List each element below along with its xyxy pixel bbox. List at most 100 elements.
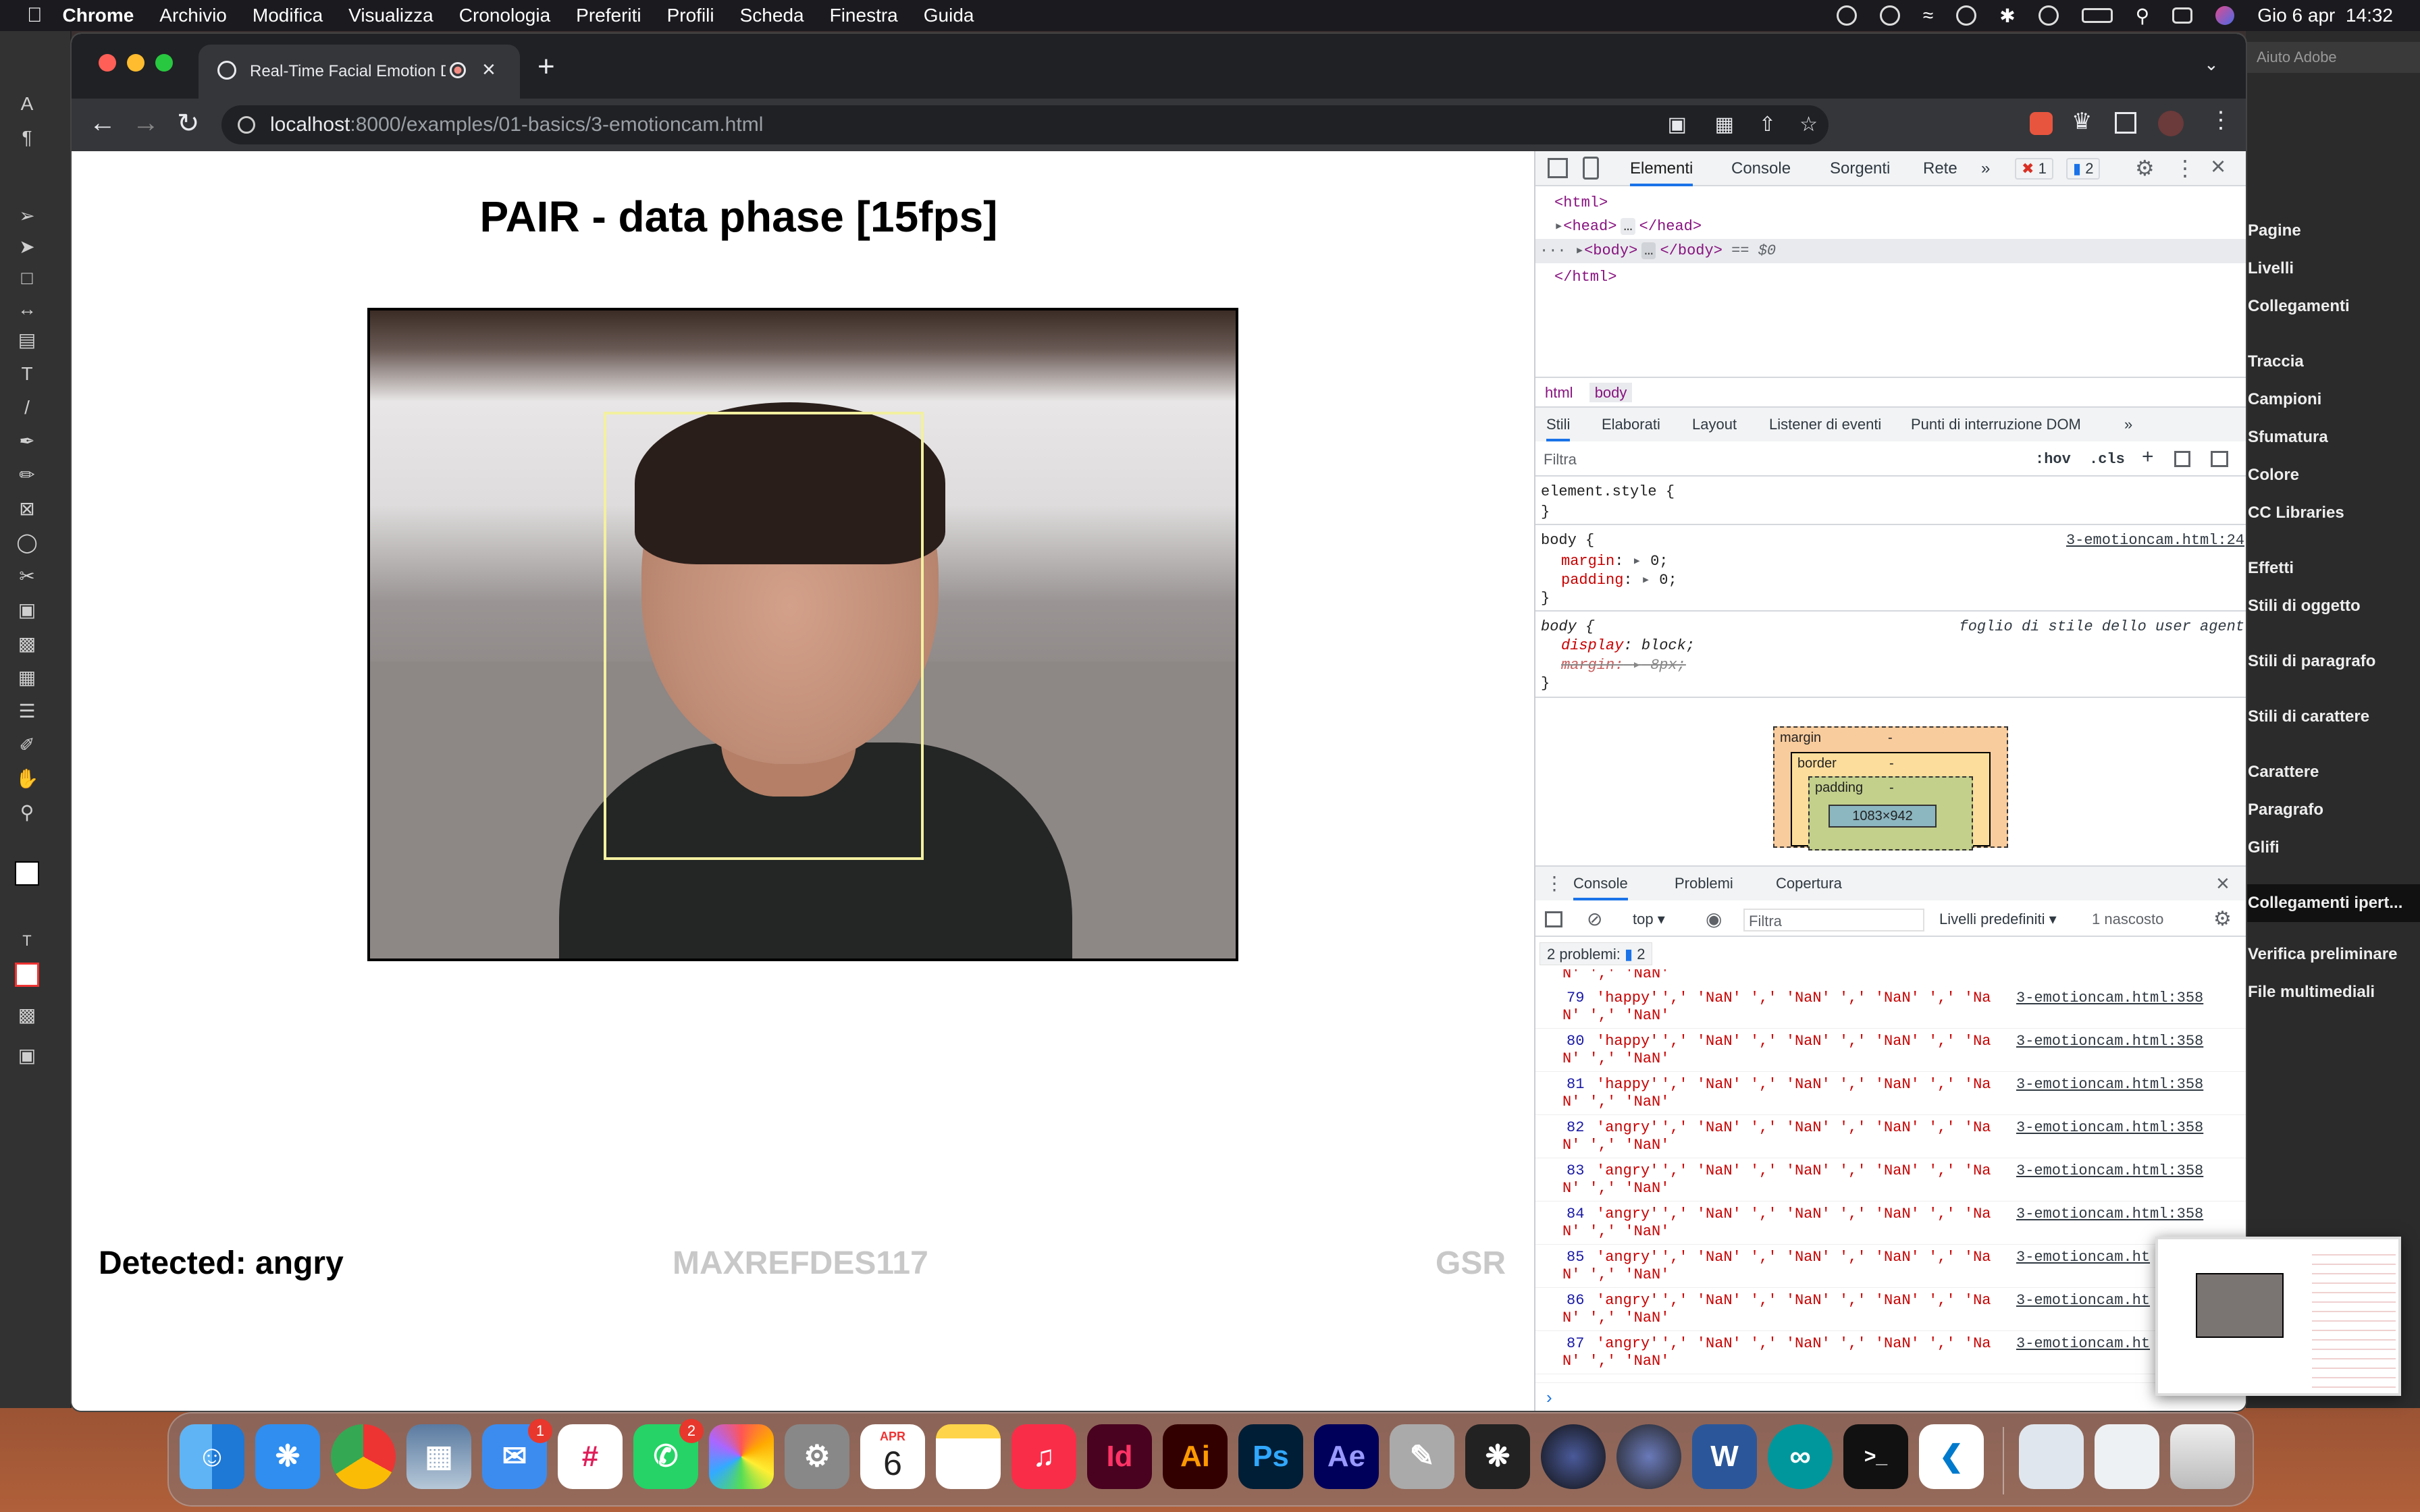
documents-stack-icon[interactable] xyxy=(2095,1424,2159,1489)
console-row-source[interactable]: 3-emotioncam.html:358 xyxy=(2016,1206,2204,1223)
chrome-icon[interactable] xyxy=(331,1424,396,1489)
screen-mode-icon[interactable]: ▩ xyxy=(15,1003,39,1027)
log-levels-select[interactable]: Livelli predefiniti ▾ xyxy=(1939,902,2057,937)
notes-icon[interactable] xyxy=(936,1424,1001,1489)
close-tab-icon[interactable]: × xyxy=(482,57,496,83)
box-model-padding[interactable]: padding - 1083×942 xyxy=(1808,776,1973,850)
menu-finestra[interactable]: Finestra xyxy=(830,5,898,26)
format-text-icon[interactable]: T xyxy=(15,929,39,953)
drawer-tab-copertura[interactable]: Copertura xyxy=(1776,867,1842,900)
trash-icon[interactable] xyxy=(2170,1424,2235,1489)
photos-icon[interactable] xyxy=(709,1424,774,1489)
panel-effetti[interactable]: Effetti xyxy=(2246,549,2420,587)
sidebar-toggle-icon[interactable] xyxy=(2211,451,2228,467)
adobe-help-search[interactable]: Aiuto Adobe xyxy=(2246,42,2420,73)
battery-icon[interactable] xyxy=(2081,8,2113,23)
rectangle-frame-icon[interactable]: ⊠ xyxy=(15,497,39,521)
reload-icon[interactable]: ↻ xyxy=(177,108,200,139)
tab-console[interactable]: Console xyxy=(1731,151,1791,186)
davinci-resolve-icon[interactable]: ❋ xyxy=(1465,1424,1530,1489)
settings-gear-icon[interactable]: ⚙ xyxy=(2135,155,2155,181)
console-row-source[interactable]: 3-emotioncam.html:358 xyxy=(2016,990,2204,1007)
content-collector-icon[interactable]: ▤ xyxy=(15,328,39,352)
tab-punti-interruzione-dom[interactable]: Punti di interruzione DOM xyxy=(1911,408,2081,441)
side-panel-icon[interactable] xyxy=(2115,112,2136,134)
panel-sfumatura[interactable]: Sfumatura xyxy=(2246,418,2420,456)
console-row-source[interactable]: 3-emotioncam.html:358 xyxy=(2016,1162,2204,1180)
cinema4d-lite-icon[interactable] xyxy=(1616,1424,1681,1489)
cls-toggle[interactable]: .cls xyxy=(2089,451,2125,468)
whatsapp-icon[interactable]: ✆ 2 xyxy=(633,1419,704,1489)
vscode-icon[interactable]: ❮ xyxy=(1919,1424,1984,1489)
close-window-button[interactable] xyxy=(99,54,116,72)
context-select[interactable]: top ▾ xyxy=(1633,902,1665,937)
tab-search-icon[interactable]: ⌄ xyxy=(2204,54,2219,75)
panel-colore[interactable]: Colore xyxy=(2246,456,2420,494)
selection-tool-icon[interactable]: ➢ xyxy=(15,204,39,228)
menu-visualizza[interactable]: Visualizza xyxy=(348,5,433,26)
inspect-icon[interactable] xyxy=(1548,158,1568,178)
panel-carattere[interactable]: Carattere xyxy=(2246,753,2420,791)
site-info-icon[interactable] xyxy=(238,116,255,134)
view-mode-icon[interactable]: ▣ xyxy=(15,1044,39,1068)
calendar-icon[interactable]: APR 6 xyxy=(860,1424,925,1489)
panel-collegamenti-ipertestuali[interactable]: Collegamenti ipert... xyxy=(2246,884,2420,922)
bookmark-star-icon[interactable]: ☆ xyxy=(1799,105,1818,144)
preview-icon[interactable]: ▦ xyxy=(406,1424,471,1489)
menu-datetime[interactable]: Gio 6 apr 14:32 xyxy=(2257,5,2393,26)
type-icon[interactable]: A xyxy=(15,92,39,116)
page-tool-icon[interactable]: □ xyxy=(15,266,39,290)
ellipse-tool-icon[interactable]: ◯ xyxy=(15,531,39,555)
problems-bar[interactable]: 2 problemi: ▮ 2 xyxy=(1540,942,1653,965)
styles-filter-input[interactable]: Filtra xyxy=(1544,451,1577,468)
extension-icon[interactable] xyxy=(2030,112,2053,135)
zoom-tool-icon[interactable]: ⚲ xyxy=(15,801,39,825)
tab-elementi[interactable]: Elementi xyxy=(1630,151,1693,186)
console-filter-input[interactable]: Filtra xyxy=(1743,909,1924,932)
menu-scheda[interactable]: Scheda xyxy=(740,5,804,26)
console-row-source[interactable]: 3-emotioncam.ht xyxy=(2016,1292,2151,1310)
none-swatch-icon[interactable] xyxy=(15,963,39,987)
finder-icon[interactable]: ☺ xyxy=(180,1424,244,1489)
breadcrumb-body[interactable]: body xyxy=(1589,383,1633,402)
fill-swatch-icon[interactable] xyxy=(15,861,39,886)
dom-html-close[interactable]: </html> xyxy=(1554,269,1616,286)
wifi-icon[interactable]: ≈ xyxy=(1923,5,1933,26)
camera-icon[interactable]: ▣ xyxy=(1668,105,1687,144)
box-model-content[interactable]: 1083×942 xyxy=(1829,805,1937,828)
panel-stili-paragrafo[interactable]: Stili di paragrafo xyxy=(2246,643,2420,680)
panel-livelli[interactable]: Livelli xyxy=(2246,250,2420,288)
clear-console-icon[interactable]: ⊘ xyxy=(1587,902,1602,937)
panel-stili-carattere[interactable]: Stili di carattere xyxy=(2246,698,2420,736)
menu-guida[interactable]: Guida xyxy=(924,5,974,26)
pencil-tool-icon[interactable]: ✏ xyxy=(15,463,39,487)
ellipsis-badge[interactable]: … xyxy=(1621,218,1635,235)
forward-icon[interactable]: → xyxy=(132,108,159,138)
menu-preferiti[interactable]: Preferiti xyxy=(576,5,641,26)
device-toolbar-icon[interactable] xyxy=(1583,157,1599,180)
panel-verifica-preliminare[interactable]: Verifica preliminare xyxy=(2246,936,2420,973)
panel-glifi[interactable]: Glifi xyxy=(2246,829,2420,867)
add-rule-icon[interactable]: + xyxy=(2142,446,2154,468)
script-editor-icon[interactable]: ✎ xyxy=(1390,1424,1454,1489)
illustrator-icon[interactable]: Ai xyxy=(1163,1424,1228,1489)
gradient-icon[interactable]: ▩ xyxy=(15,632,39,656)
screenshot-thumbnail[interactable] xyxy=(2155,1237,2401,1396)
transform-icon[interactable]: ▣ xyxy=(15,598,39,622)
siri-icon[interactable] xyxy=(2215,6,2235,25)
photoshop-icon[interactable]: Ps xyxy=(1238,1424,1303,1489)
zoom-window-button[interactable] xyxy=(155,54,173,72)
search-icon[interactable]: ⚲ xyxy=(2136,5,2150,27)
panel-stili-oggetto[interactable]: Stili di oggetto xyxy=(2246,587,2420,625)
hov-toggle[interactable]: :hov xyxy=(2035,451,2071,468)
downloads-stack-icon[interactable] xyxy=(2019,1424,2084,1489)
breadcrumb-html[interactable]: html xyxy=(1545,384,1573,401)
line-tool-icon[interactable]: / xyxy=(15,396,39,420)
new-tab-button[interactable]: + xyxy=(537,50,555,84)
tab-sorgenti[interactable]: Sorgenti xyxy=(1830,151,1890,186)
apple-icon[interactable]:  xyxy=(27,4,43,27)
direct-selection-icon[interactable]: ➤ xyxy=(15,235,39,259)
text-tool-icon[interactable]: T xyxy=(15,362,39,386)
word-icon[interactable]: W xyxy=(1692,1424,1757,1489)
prop-padding[interactable]: padding: ▸ 0; xyxy=(1561,571,1677,589)
